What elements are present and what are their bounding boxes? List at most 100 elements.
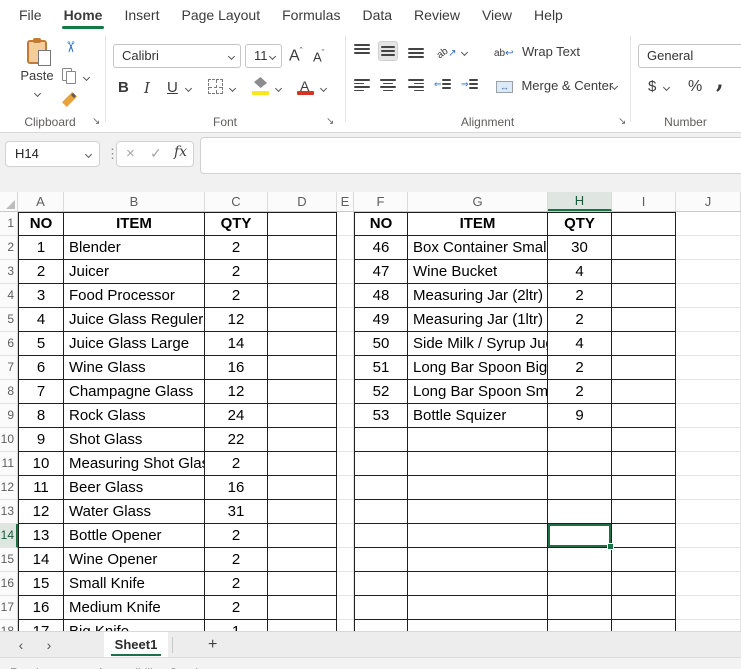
currency-chevron-icon[interactable] [662,83,671,92]
cell-E3[interactable] [337,260,354,284]
cell-G5[interactable]: Measuring Jar (1ltr) [408,308,548,332]
cell-F5[interactable]: 49 [354,308,408,332]
cell-A4[interactable]: 3 [18,284,64,308]
cell-E10[interactable] [337,428,354,452]
tab-view[interactable]: View [471,0,523,30]
cell-I13[interactable] [612,500,676,524]
orientation-button[interactable]: ab↗ [435,43,457,61]
cell-B3[interactable]: Juicer [64,260,205,284]
column-header-E[interactable]: E [337,192,354,211]
enter-icon[interactable]: ✓ [150,145,162,162]
row-header-1[interactable]: 1 [0,212,18,236]
cell-J16[interactable] [676,572,741,596]
name-box[interactable]: H14 [5,141,100,167]
tab-review[interactable]: Review [403,0,471,30]
cell-A12[interactable]: 11 [18,476,64,500]
paste-chevron-icon[interactable] [33,90,41,98]
cell-D7[interactable] [268,356,337,380]
cell-H4[interactable]: 2 [548,284,612,308]
wrap-text-button[interactable]: ab↩ Wrap Text [494,43,580,61]
cell-A18[interactable]: 17 [18,620,64,631]
shrink-font-button[interactable]: Aˇ [313,48,325,64]
cell-H13[interactable] [548,500,612,524]
font-color-chevron-icon[interactable] [319,84,328,93]
cell-A11[interactable]: 10 [18,452,64,476]
cell-D10[interactable] [268,428,337,452]
cell-J1[interactable] [676,212,741,236]
cell-A14[interactable]: 13 [18,524,64,548]
cell-E16[interactable] [337,572,354,596]
cell-I4[interactable] [612,284,676,308]
cell-E6[interactable] [337,332,354,356]
cell-F17[interactable] [354,596,408,620]
borders-chevron-icon[interactable] [228,84,237,93]
borders-icon[interactable] [208,79,223,94]
cell-D6[interactable] [268,332,337,356]
cell-B10[interactable]: Shot Glass [64,428,205,452]
cell-I1[interactable] [612,212,676,236]
tab-help[interactable]: Help [523,0,574,30]
clipboard-dialog-launcher-icon[interactable]: ↘ [92,117,100,127]
fill-color-chevron-icon[interactable] [274,84,283,93]
cell-C7[interactable]: 16 [205,356,268,380]
number-format-combo[interactable]: General [638,44,741,68]
cell-E11[interactable] [337,452,354,476]
cell-H15[interactable] [548,548,612,572]
format-painter-icon[interactable] [62,92,77,107]
cell-H2[interactable]: 30 [548,236,612,260]
font-name-combo[interactable]: Calibri [113,44,241,68]
cancel-icon[interactable]: × [126,145,135,162]
cell-G13[interactable] [408,500,548,524]
paste-button[interactable]: Paste [14,38,60,101]
cell-J11[interactable] [676,452,741,476]
cell-D5[interactable] [268,308,337,332]
row-header-9[interactable]: 9 [0,404,18,428]
cell-B8[interactable]: Champagne Glass [64,380,205,404]
column-header-J[interactable]: J [676,192,741,211]
cell-I5[interactable] [612,308,676,332]
cell-H10[interactable] [548,428,612,452]
cell-G3[interactable]: Wine Bucket [408,260,548,284]
cell-J2[interactable] [676,236,741,260]
cell-F15[interactable] [354,548,408,572]
cell-A1[interactable]: NO [18,212,64,236]
cell-B9[interactable]: Rock Glass [64,404,205,428]
cell-B17[interactable]: Medium Knife [64,596,205,620]
cell-G6[interactable]: Side Milk / Syrup Jug [408,332,548,356]
cell-H1[interactable]: QTY [548,212,612,236]
cell-J10[interactable] [676,428,741,452]
cell-B11[interactable]: Measuring Shot Glass [64,452,205,476]
cell-I2[interactable] [612,236,676,260]
cell-F9[interactable]: 53 [354,404,408,428]
cell-D3[interactable] [268,260,337,284]
orientation-chevron-icon[interactable] [460,48,469,57]
cell-E1[interactable] [337,212,354,236]
cell-I8[interactable] [612,380,676,404]
cell-G7[interactable]: Long Bar Spoon Big [408,356,548,380]
cell-E2[interactable] [337,236,354,260]
cell-B15[interactable]: Wine Opener [64,548,205,572]
cell-J9[interactable] [676,404,741,428]
cell-J8[interactable] [676,380,741,404]
cell-C2[interactable]: 2 [205,236,268,260]
cell-A10[interactable]: 9 [18,428,64,452]
tab-page-layout[interactable]: Page Layout [170,0,271,30]
column-header-G[interactable]: G [408,192,548,211]
next-sheet-icon[interactable]: › [40,634,58,656]
cell-B18[interactable]: Big Knife [64,620,205,631]
cell-B7[interactable]: Wine Glass [64,356,205,380]
cell-F10[interactable] [354,428,408,452]
cell-A8[interactable]: 7 [18,380,64,404]
cell-D14[interactable] [268,524,337,548]
row-header-5[interactable]: 5 [0,308,18,332]
cell-E7[interactable] [337,356,354,380]
cell-F8[interactable]: 52 [354,380,408,404]
row-header-13[interactable]: 13 [0,500,18,524]
italic-button[interactable]: I [144,78,150,98]
cell-E12[interactable] [337,476,354,500]
cell-A6[interactable]: 5 [18,332,64,356]
copy-icon[interactable] [62,68,78,84]
cell-H7[interactable]: 2 [548,356,612,380]
column-header-B[interactable]: B [64,192,205,211]
cell-H18[interactable] [548,620,612,631]
